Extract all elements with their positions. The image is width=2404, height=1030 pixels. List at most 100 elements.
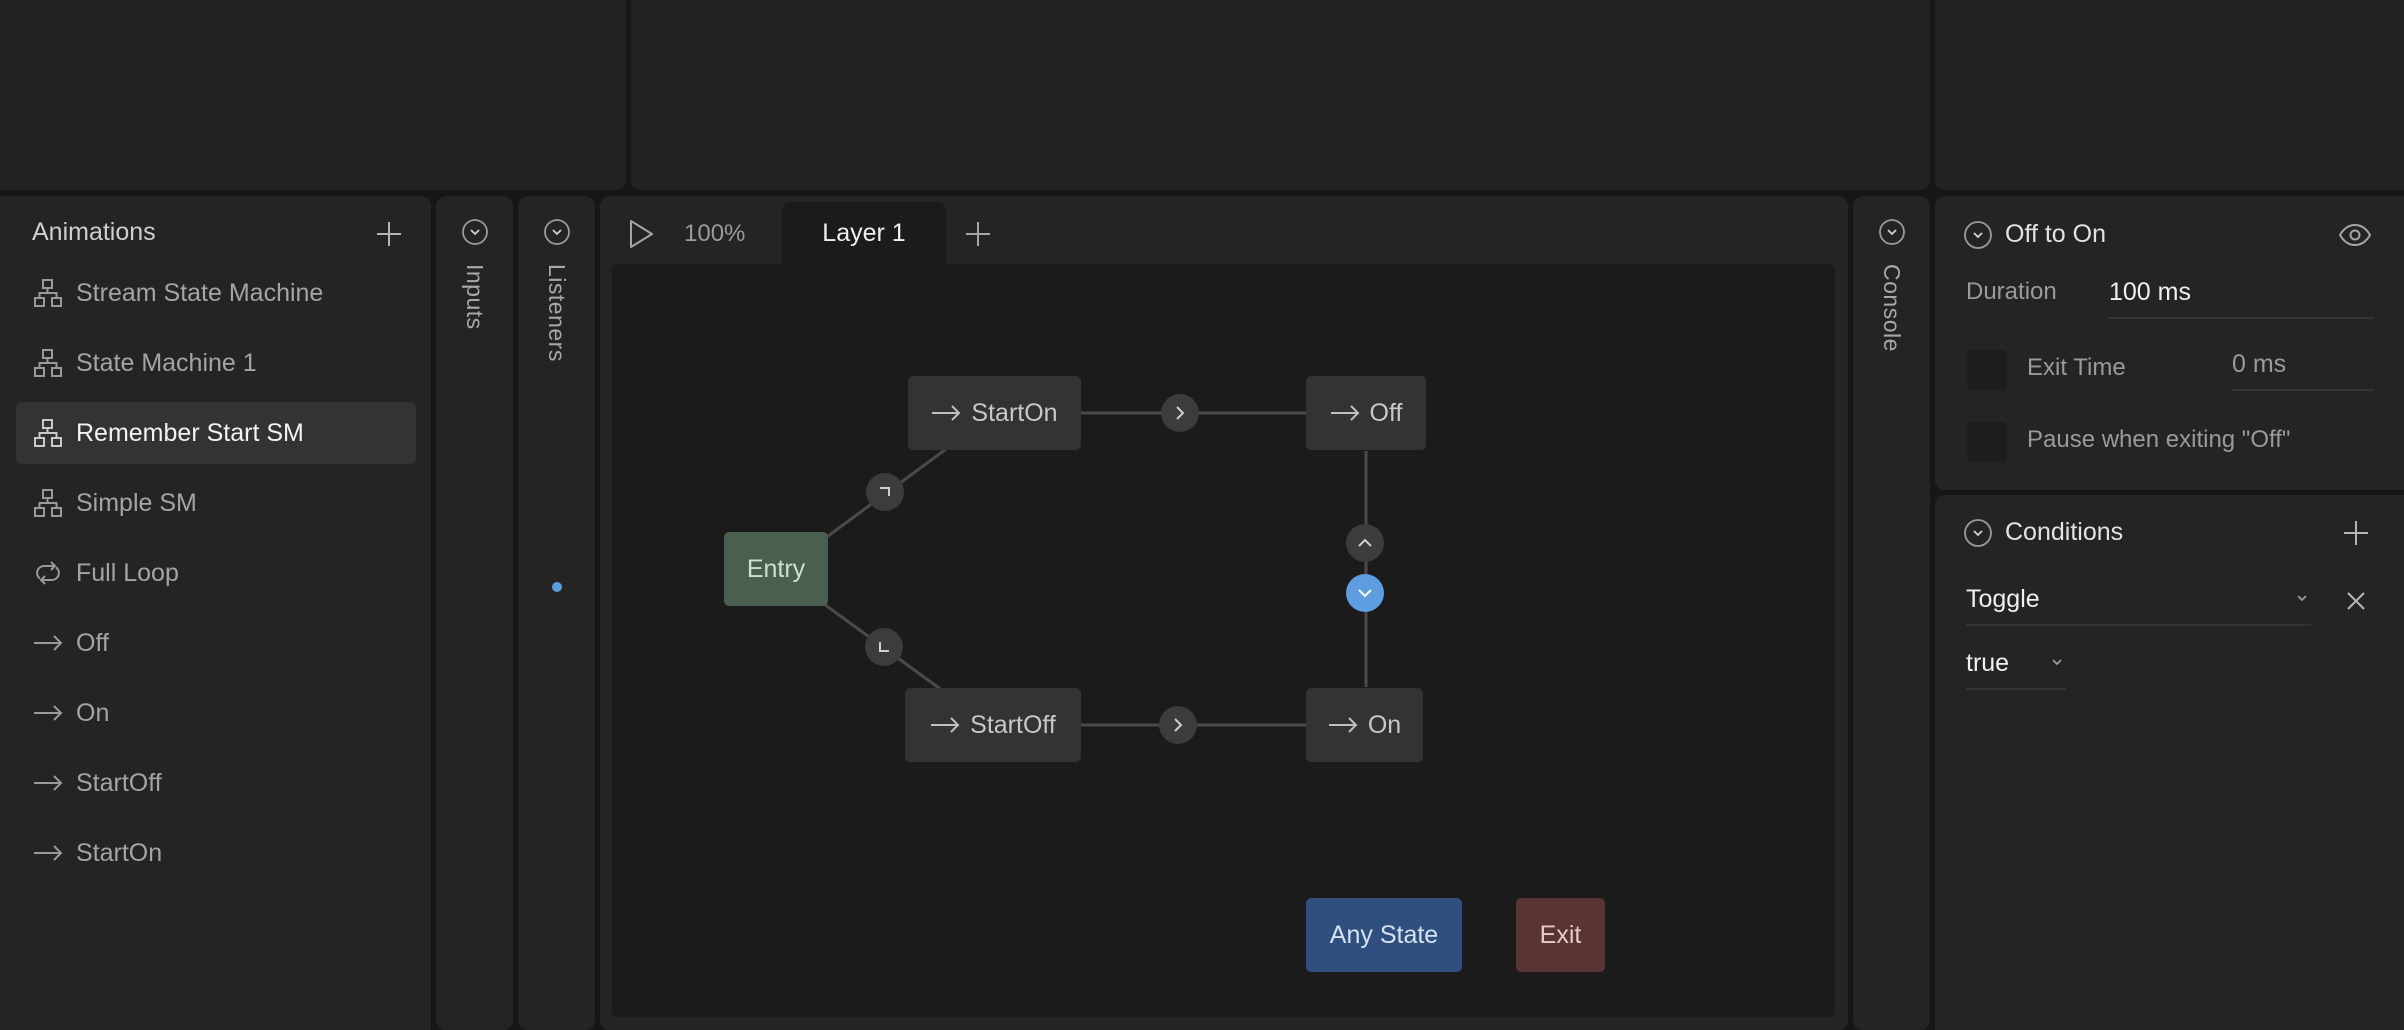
console-label[interactable]: Console <box>1878 264 1905 352</box>
eye-icon[interactable] <box>2338 220 2372 250</box>
add-condition-icon[interactable] <box>2340 517 2372 549</box>
one-shot-arrow-icon <box>1330 403 1360 423</box>
state-startoff[interactable]: StartOff <box>905 688 1081 762</box>
top-right-panel <box>1935 0 2404 190</box>
state-any-state[interactable]: Any State <box>1306 898 1462 972</box>
animation-label: StartOff <box>76 768 162 797</box>
play-icon[interactable] <box>622 216 658 252</box>
transition-off-to-on[interactable] <box>1346 574 1384 612</box>
state-machine-icon <box>32 277 64 309</box>
state-label: StartOn <box>971 398 1058 427</box>
tab-layer-1[interactable]: Layer 1 <box>782 202 946 264</box>
pause-when-exiting-checkbox[interactable] <box>1967 422 2007 462</box>
transition-startoff-to-on[interactable] <box>1159 706 1197 744</box>
zoom-level[interactable]: 100% <box>684 220 745 248</box>
state-label: Exit <box>1539 920 1582 949</box>
transition-entry-to-startoff[interactable] <box>865 628 903 666</box>
state-label: StartOff <box>970 710 1056 739</box>
exit-time-checkbox[interactable] <box>1967 350 2007 390</box>
one-shot-arrow-icon <box>32 697 64 729</box>
transition-arrow-icon <box>879 642 889 652</box>
animation-label: Off <box>76 628 109 657</box>
state-label: Any State <box>1329 920 1439 949</box>
state-label: Entry <box>746 554 806 583</box>
animation-label: Full Loop <box>76 558 179 587</box>
duration-field[interactable]: 100 ms <box>2109 278 2374 319</box>
stage-panel <box>631 0 1930 190</box>
condition-value: true <box>1966 649 2010 677</box>
condition-input-select[interactable]: Toggle <box>1966 585 2311 626</box>
animations-title: Animations <box>32 218 156 246</box>
transition-on-to-off[interactable] <box>1346 524 1384 562</box>
pause-when-exiting-label: Pause when exiting "Off" <box>2027 426 2291 453</box>
animation-item-off[interactable]: Off <box>16 612 416 674</box>
one-shot-arrow-icon <box>931 403 961 423</box>
animation-item-full-loop[interactable]: Full Loop <box>16 542 416 604</box>
animation-label: Simple SM <box>76 488 197 517</box>
condition-value-select[interactable]: true <box>1966 649 2066 690</box>
animations-list: Stream State Machine State Machine 1 Rem… <box>16 262 416 892</box>
one-shot-arrow-icon <box>930 715 960 735</box>
state-label: On <box>1367 710 1402 739</box>
condition-input-value: Toggle <box>1966 585 2040 613</box>
listeners-indicator-dot <box>551 582 562 592</box>
conditions-title: Conditions <box>2005 518 2124 546</box>
listeners-collapse-toggle[interactable] <box>543 218 571 246</box>
conditions-collapse-toggle[interactable] <box>1963 518 1993 548</box>
one-shot-arrow-icon <box>32 627 64 659</box>
chevron-up-icon <box>1358 538 1372 547</box>
animation-item-remember-start-sm[interactable]: Remember Start SM <box>16 402 416 464</box>
add-animation-icon[interactable] <box>373 218 405 250</box>
inputs-panel: Inputs <box>436 196 513 1030</box>
animation-item-stream-state-machine[interactable]: Stream State Machine <box>16 262 416 324</box>
listeners-panel: Listeners <box>518 196 595 1030</box>
transition-title: Off to On <box>2005 220 2106 248</box>
tab-label: Layer 1 <box>822 218 906 247</box>
animation-item-on[interactable]: On <box>16 682 416 744</box>
animation-label: Remember Start SM <box>76 418 304 447</box>
exit-time-field[interactable]: 0 ms <box>2232 350 2374 391</box>
transition-arrow-icon <box>880 487 890 496</box>
animation-item-state-machine-1[interactable]: State Machine 1 <box>16 332 416 394</box>
state-on[interactable]: On <box>1306 688 1423 762</box>
add-layer-icon[interactable] <box>962 218 994 250</box>
inputs-collapse-toggle[interactable] <box>461 218 489 246</box>
animation-label: StartOn <box>76 838 163 867</box>
loop-icon <box>32 557 64 589</box>
state-starton[interactable]: StartOn <box>908 376 1081 450</box>
one-shot-arrow-icon <box>1328 715 1358 735</box>
state-entry[interactable]: Entry <box>724 532 828 606</box>
transition-entry-to-starton[interactable] <box>866 473 904 511</box>
transition-collapse-toggle[interactable] <box>1963 220 1993 250</box>
conditions-panel: Conditions Toggle true <box>1935 495 2404 1030</box>
graph-panel: 100% Layer 1 Entry StartOn Off StartOff … <box>600 196 1848 1030</box>
graph-canvas[interactable]: Entry StartOn Off StartOff On Any State … <box>612 264 1835 1017</box>
animation-item-starton[interactable]: StartOn <box>16 822 416 884</box>
chevron-down-icon <box>2052 659 2062 666</box>
animation-label: Stream State Machine <box>76 278 324 307</box>
transition-properties-panel: Off to On Duration 100 ms Exit Time 0 ms… <box>1935 196 2404 490</box>
remove-condition-icon[interactable] <box>2342 587 2370 615</box>
animations-panel: Animations Stream State Machine State Ma… <box>0 196 431 1030</box>
state-machine-icon <box>32 347 64 379</box>
one-shot-arrow-icon <box>32 767 64 799</box>
animation-item-simple-sm[interactable]: Simple SM <box>16 472 416 534</box>
state-exit[interactable]: Exit <box>1516 898 1605 972</box>
state-machine-icon <box>32 487 64 519</box>
console-panel: Console <box>1853 196 1930 1030</box>
state-off[interactable]: Off <box>1306 376 1426 450</box>
chevron-down-icon <box>2297 595 2307 602</box>
transition-starton-to-off[interactable] <box>1161 394 1199 432</box>
animation-item-startoff[interactable]: StartOff <box>16 752 416 814</box>
one-shot-arrow-icon <box>32 837 64 869</box>
inputs-label[interactable]: Inputs <box>461 264 488 330</box>
chevron-right-icon <box>1176 406 1185 420</box>
listeners-label[interactable]: Listeners <box>543 264 570 362</box>
duration-label: Duration <box>1966 278 2057 305</box>
chevron-right-icon <box>1174 718 1183 732</box>
console-collapse-toggle[interactable] <box>1878 218 1906 246</box>
state-machine-icon <box>32 417 64 449</box>
exit-time-label: Exit Time <box>2027 354 2126 381</box>
top-left-panel <box>0 0 626 190</box>
transition-lines <box>823 411 1368 727</box>
